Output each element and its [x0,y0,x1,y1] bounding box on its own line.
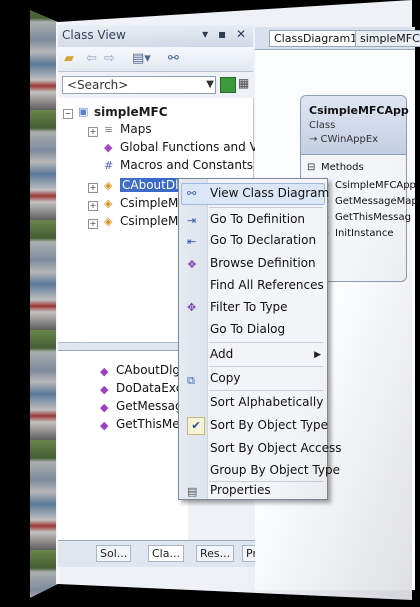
tab-classview[interactable]: Cla... [148,545,184,562]
menu-separator [209,366,323,367]
forward-icon[interactable]: ⇨ [104,51,115,66]
methods-section-label: Methods [321,162,364,173]
method-icon: ◆ [100,383,109,396]
menu-item-browse-definition[interactable]: Browse Definition [210,256,316,270]
method-item[interactable]: CsimpleMFCApp [335,180,416,191]
document-tabs: ClassDiagram11.cd* simpleMFC [255,27,420,50]
tab-solution[interactable]: Sol... [96,545,132,562]
menu-item-properties[interactable]: Properties [210,483,271,497]
back-icon[interactable]: ⇦ [86,51,97,66]
menu-item-find-all-references[interactable]: Find All References [210,278,324,292]
search-go-button[interactable] [220,77,236,93]
method-item[interactable]: InitInstance [335,228,394,239]
tab-simplemfc[interactable]: simpleMFC [355,30,420,47]
method-item[interactable]: GetMessageMap [335,196,418,207]
class-icon: ◈ [104,215,113,228]
tree-item-class[interactable]: CsimpleMI [120,196,182,210]
maps-icon: ≡ [104,123,114,136]
pane-buttons[interactable]: ▾ ▪ ✕ [202,27,249,41]
tab-resources[interactable]: Res... [196,545,235,562]
tree-item-project[interactable]: simpleMFC [94,105,168,119]
search-input[interactable]: <Search> ▼ [62,76,216,94]
menu-separator [209,207,323,208]
filter-icon: ✥ [187,301,197,314]
method-icon: ◆ [100,419,109,432]
menu-item-go-to-definition[interactable]: Go To Definition [210,212,305,226]
tree-item-maps[interactable]: Maps [120,122,152,136]
menu-item-add[interactable]: Add [210,347,233,361]
expand-icon[interactable]: + [88,219,98,229]
method-icon: ◆ [100,401,109,414]
menu-icon-gutter [179,179,208,499]
browse-definition-icon: ❖ [187,258,197,271]
classview-toolbar: ▰ ⇦ ⇨ ▤▾ ⚯ [58,47,253,72]
method-item[interactable]: GetThisMessag [335,212,411,223]
class-icon: ◈ [104,197,113,210]
menu-item-view-class-diagram[interactable]: View Class Diagram [210,186,329,200]
properties-icon: ▤ [187,485,198,498]
chevron-down-icon[interactable]: ▼ [206,77,214,93]
menu-item-filter-to-type[interactable]: Filter To Type [210,300,288,314]
menu-item-group-by-object-type[interactable]: Group By Object Type [210,463,340,477]
class-name: CsimpleMFCApp [309,104,409,117]
menu-separator [209,390,323,391]
expand-icon[interactable]: + [88,201,98,211]
class-icon: ◈ [104,179,113,192]
class-base: → CWinAppEx [309,134,379,145]
members-list: ◆ CAboutDlg(vo ◆ DoDataExchan ◆ GetMessa… [58,350,206,541]
classview-title: Class View [62,28,126,42]
section-collapse-icon[interactable]: ⊟ [307,162,315,173]
class-shape-header: CsimpleMFCApp Class → CWinAppEx [301,96,409,155]
globals-icon: ◆ [104,141,113,154]
method-icon: ◆ [100,365,109,378]
submenu-arrow-icon: ▶ [314,350,321,360]
expand-icon[interactable]: + [88,183,98,193]
clear-search-icon[interactable]: ▦ [238,76,249,90]
go-declaration-icon: ⇤ [187,235,197,248]
menu-item-sort-alphabetically[interactable]: Sort Alphabetically [210,395,323,409]
checkmark-icon: ✔ [187,417,205,435]
class-kind: Class [309,120,336,131]
expand-icon[interactable]: + [88,127,98,137]
class-diagram-toolbar-icon[interactable]: ⚯ [168,51,179,66]
bottom-tabs: Sol... Cla... Res... Pro... [58,540,278,567]
menu-item-sort-by-object-type[interactable]: Sort By Object Type [210,418,328,432]
macros-icon: # [104,159,114,172]
settings-icon[interactable]: ▤▾ [132,51,151,66]
menu-item-sort-by-object-access[interactable]: Sort By Object Access [210,441,342,455]
project-icon: ▣ [78,105,89,118]
classview-titlebar: Class View ▾ ▪ ✕ [58,25,253,48]
menu-separator [209,342,323,343]
menu-separator [209,481,323,482]
menu-item-copy[interactable]: Copy [210,371,240,385]
tree-item-macros[interactable]: Macros and Constants [120,158,253,172]
tree-item-class[interactable]: CsimpleMI [120,214,182,228]
go-definition-icon: ⇥ [187,214,197,227]
copy-icon: ⧉ [187,374,195,387]
menu-item-go-to-dialog[interactable]: Go To Dialog [210,322,285,336]
folder-icon[interactable]: ▰ [64,51,74,66]
search-placeholder: <Search> [67,78,129,92]
context-menu: ⚯ View Class Diagram ⇥ Go To Definition … [178,178,342,500]
class-diagram-icon: ⚯ [187,187,197,200]
menu-item-go-to-declaration[interactable]: Go To Declaration [210,233,316,247]
collapse-icon[interactable]: − [63,109,73,119]
product-box-image: Class View ▾ ▪ ✕ ▰ ⇦ ⇨ ▤▾ ⚯ <Search> ▼ ▦… [0,0,420,607]
